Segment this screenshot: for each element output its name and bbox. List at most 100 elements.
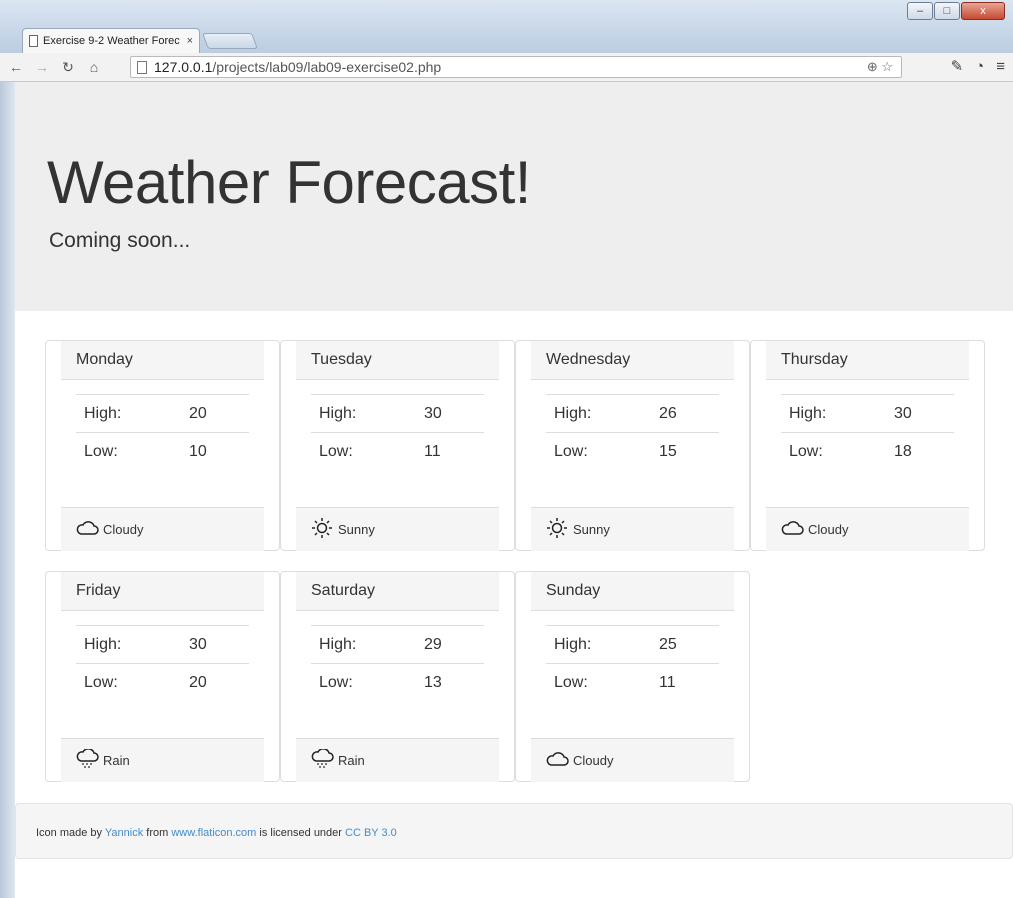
high-row: High: 30 — [781, 394, 954, 432]
forecast-panel-monday: Monday High: 20 Low: 10 Cloudy — [45, 340, 280, 551]
low-value: 11 — [424, 442, 441, 460]
high-label: High: — [789, 404, 827, 422]
high-row: High: 30 — [311, 394, 484, 432]
license-link[interactable]: CC BY 3.0 — [345, 827, 397, 839]
panel-day-heading: Sunday — [531, 572, 734, 611]
high-row: High: 20 — [76, 394, 249, 432]
high-row: High: 25 — [546, 625, 719, 663]
low-row: Low: 11 — [311, 432, 484, 470]
low-value: 18 — [894, 442, 912, 460]
panel-condition: Rain — [61, 738, 264, 782]
high-label: High: — [84, 635, 122, 653]
close-window-button[interactable]: x — [961, 2, 1005, 20]
temperature-table: High: 30 Low: 18 — [781, 394, 954, 470]
forward-arrow-icon[interactable]: → — [32, 59, 52, 75]
temperature-table: High: 30 Low: 20 — [76, 625, 249, 701]
footer-licensed: is licensed under — [256, 827, 346, 839]
forecast-panel-friday: Friday High: 30 Low: 20 Rain — [45, 571, 280, 782]
clock-icon[interactable]: ◔ — [975, 58, 984, 75]
high-label: High: — [554, 635, 592, 653]
cloud-icon — [75, 520, 103, 539]
high-value: 30 — [894, 404, 912, 422]
high-label: High: — [319, 404, 357, 422]
panel-condition: Rain — [296, 738, 499, 782]
temperature-table: High: 29 Low: 13 — [311, 625, 484, 701]
panel-day-heading: Monday — [61, 341, 264, 380]
toolbar-right-icons: ✎ ◔ ≡ — [939, 57, 1005, 76]
condition-label: Cloudy — [808, 522, 849, 537]
home-icon[interactable]: ⌂ — [84, 59, 104, 75]
temperature-table: High: 26 Low: 15 — [546, 394, 719, 470]
high-value: 30 — [189, 635, 207, 653]
low-label: Low: — [84, 673, 118, 691]
attribution-footer: Icon made by Yannick from www.flaticon.c… — [15, 803, 1013, 859]
low-label: Low: — [319, 673, 353, 691]
author-link[interactable]: Yannick — [105, 827, 143, 839]
panel-condition: Cloudy — [61, 507, 264, 551]
high-label: High: — [554, 404, 592, 422]
low-row: Low: 11 — [546, 663, 719, 701]
condition-label: Rain — [338, 753, 365, 768]
panel-day-heading: Saturday — [296, 572, 499, 611]
new-tab-button[interactable] — [202, 33, 258, 49]
window-controls: – □ x — [906, 2, 1005, 20]
low-row: Low: 18 — [781, 432, 954, 470]
footer-from: from — [143, 827, 172, 839]
condition-label: Rain — [103, 753, 130, 768]
cloud-icon — [780, 520, 808, 539]
browser-tab[interactable]: Exercise 9-2 Weather Forec × — [22, 28, 200, 53]
panel-condition: Cloudy — [531, 738, 734, 782]
panel-day-heading: Wednesday — [531, 341, 734, 380]
address-bar[interactable]: 127.0.0.1 /projects/lab09/lab09-exercise… — [130, 56, 902, 78]
high-value: 26 — [659, 404, 677, 422]
low-value: 15 — [659, 442, 677, 460]
forecast-panel-tuesday: Tuesday High: 30 Low: 11 Sunny — [280, 340, 515, 551]
page-viewport: Weather Forecast! Coming soon... Monday H… — [15, 82, 1013, 898]
condition-label: Sunny — [338, 522, 375, 537]
window-titlebar: – □ x Exercise 9-2 Weather Forec × — [0, 0, 1013, 53]
extension-icon[interactable]: ✎ — [951, 57, 964, 75]
sun-icon — [310, 518, 338, 541]
forecast-panel-saturday: Saturday High: 29 Low: 13 Rain — [280, 571, 515, 782]
high-value: 29 — [424, 635, 442, 653]
footer-prefix: Icon made by — [36, 827, 105, 839]
high-row: High: 30 — [76, 625, 249, 663]
zoom-star-icons[interactable]: ⊕ ☆ — [867, 59, 893, 75]
temperature-table: High: 20 Low: 10 — [76, 394, 249, 470]
low-value: 13 — [424, 673, 442, 691]
maximize-button[interactable]: □ — [934, 2, 960, 20]
low-label: Low: — [554, 442, 588, 460]
low-value: 11 — [659, 673, 676, 691]
forecast-panel-sunday: Sunday High: 25 Low: 11 Cloudy — [515, 571, 750, 782]
document-icon — [29, 35, 38, 47]
temperature-table: High: 30 Low: 11 — [311, 394, 484, 470]
tab-close-icon[interactable]: × — [187, 35, 193, 47]
panel-condition: Sunny — [296, 507, 499, 551]
menu-icon[interactable]: ≡ — [996, 58, 1005, 75]
low-label: Low: — [554, 673, 588, 691]
tab-title: Exercise 9-2 Weather Forec — [43, 35, 180, 47]
panel-condition: Sunny — [531, 507, 734, 551]
forecast-panel-wednesday: Wednesday High: 26 Low: 15 Sunny — [515, 340, 750, 551]
url-host: 127.0.0.1 — [154, 59, 213, 75]
panel-day-heading: Friday — [61, 572, 264, 611]
forecast-panel-thursday: Thursday High: 30 Low: 18 Cloudy — [750, 340, 985, 551]
condition-label: Cloudy — [573, 753, 614, 768]
temperature-table: High: 25 Low: 11 — [546, 625, 719, 701]
site-link[interactable]: www.flaticon.com — [171, 827, 256, 839]
back-arrow-icon[interactable]: ← — [6, 59, 26, 75]
cloud-icon — [545, 751, 573, 770]
low-row: Low: 15 — [546, 432, 719, 470]
reload-icon[interactable]: ↻ — [58, 59, 78, 76]
high-row: High: 26 — [546, 394, 719, 432]
high-label: High: — [319, 635, 357, 653]
page-title: Weather Forecast! — [47, 149, 531, 216]
url-path: /projects/lab09/lab09-exercise02.php — [212, 59, 442, 75]
minimize-button[interactable]: – — [907, 2, 933, 20]
panel-day-heading: Tuesday — [296, 341, 499, 380]
low-label: Low: — [319, 442, 353, 460]
browser-toolbar: ← → ↻ ⌂ 127.0.0.1 /projects/lab09/lab09-… — [0, 53, 1013, 82]
rain-icon — [310, 748, 338, 772]
low-label: Low: — [789, 442, 823, 460]
low-value: 10 — [189, 442, 207, 460]
